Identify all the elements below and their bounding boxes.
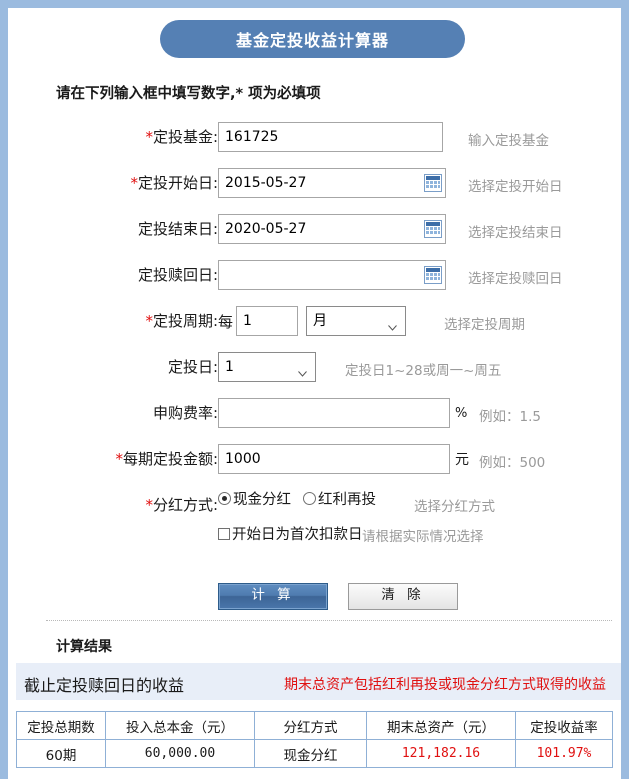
form-row-amount: *每期定投金额: 元 例如：500 [8,440,621,486]
hint-period: 选择定投周期 [444,317,525,333]
fee-rate-input[interactable] [218,398,450,428]
hint-redeem-date: 选择定投赎回日 [468,271,563,287]
calculator-page: 基金定投收益计算器 请在下列输入框中填写数字,* 项为必填项 *定投基金: 输入… [8,8,621,779]
start-date-input[interactable] [218,168,446,198]
label-dividend: *分红方式: [145,496,218,514]
dividend-option-reinvest[interactable]: 红利再投 [303,488,376,509]
hint-fund: 输入定投基金 [468,133,549,149]
label-redeem-date: 定投赎回日: [137,266,218,284]
dividend-radio-group: 现金分红 红利再投 [218,488,388,509]
cell-dividend-method: 现金分红 [254,739,367,768]
calendar-icon[interactable] [424,174,442,192]
required-star: * [145,312,153,330]
form-row-invest-day: 定投日: 1 定投日1~28或周一~周五 [8,348,621,394]
form-row-fund: *定投基金: 输入定投基金 [8,118,621,164]
dividend-option-cash-label: 现金分红 [233,492,291,508]
instruction-text: 请在下列输入框中填写数字,* 项为必填项 [56,86,321,102]
cell-return-rate: 101.97% [515,739,613,768]
result-band-note: 期末总资产包括红利再投或现金分红方式取得的收益 [284,677,606,693]
th-return-rate: 定投收益率 [515,711,613,740]
hint-first-debit: 请根据实际情况选择 [362,529,484,545]
table-row: 60期 60,000.00 现金分红 121,182.16 101.97% [16,739,613,768]
invest-day-select[interactable]: 1 [218,352,316,382]
field-redeem-date [218,260,446,290]
form-row-redeem-date: 定投赎回日: 选择定投赎回日 [8,256,621,302]
hint-amount: 例如：500 [479,455,546,471]
table-header-row: 定投总期数 投入总本金（元） 分红方式 期末总资产（元） 定投收益率 [16,711,613,740]
end-date-input[interactable] [218,214,446,244]
form-row-period: *定投周期: 每 月 选择定投周期 [8,302,621,348]
page-title-bar: 基金定投收益计算器 [160,20,465,58]
calendar-icon[interactable] [424,220,442,238]
dividend-option-reinvest-label: 红利再投 [318,492,376,508]
period-prefix: 每 [218,312,234,331]
required-star: * [115,450,123,468]
section-divider [46,620,612,621]
hint-invest-day: 定投日1~28或周一~周五 [345,363,502,379]
cell-final-assets: 121,182.16 [366,739,516,768]
first-debit-label: 开始日为首次扣款日 [232,527,363,543]
label-start-date: *定投开始日: [130,174,218,192]
label-period: *定投周期: [145,312,218,330]
required-star: * [145,128,153,146]
required-star: * [130,174,138,192]
form-row-fee-rate: 申购费率: % 例如：1.5 [8,394,621,440]
form-row-dividend: *分红方式: 现金分红 红利再投 开始日为首次扣款日 选择分红方式 请根据实际情… [8,486,621,556]
calculator-form: *定投基金: 输入定投基金 *定投开始日: [8,118,621,556]
form-row-end-date: 定投结束日: 2020-05-27 选择定投结束日 [8,210,621,256]
radio-icon[interactable] [218,492,231,505]
radio-icon[interactable] [303,492,316,505]
result-section-title: 计算结果 [56,639,112,655]
th-total-principal: 投入总本金（元） [105,711,255,740]
field-fee-rate: % [218,398,467,428]
redeem-date-input[interactable] [218,260,446,290]
hint-start-date: 选择定投开始日 [468,179,563,195]
hint-end-date: 选择定投结束日 [468,225,563,241]
period-count-input[interactable] [236,306,299,336]
cell-total-periods: 60期 [16,739,106,768]
label-amount: *每期定投金额: [115,450,218,468]
hint-fee-rate: 例如：1.5 [479,409,541,425]
field-period: 每 月 [218,306,407,336]
page-title: 基金定投收益计算器 [235,31,389,50]
label-fee-rate: 申购费率: [152,404,218,422]
fee-rate-unit: % [455,405,468,421]
label-end-date: 定投结束日: [137,220,218,238]
label-invest-day: 定投日: [167,358,218,376]
amount-input[interactable] [218,444,450,474]
calendar-icon[interactable] [424,266,442,284]
calculate-button[interactable]: 计 算 [218,583,328,610]
field-amount: 元 [218,444,469,474]
label-fund: *定投基金: [145,128,218,146]
form-actions: 计 算 清 除 [8,580,621,614]
amount-unit: 元 [455,452,469,468]
hint-dividend: 选择分红方式 [414,499,495,515]
clear-button[interactable]: 清 除 [348,583,458,610]
th-final-assets: 期末总资产（元） [366,711,516,740]
field-fund [218,122,443,152]
dividend-option-cash[interactable]: 现金分红 [218,488,291,509]
cell-total-principal: 60,000.00 [105,739,255,768]
field-invest-day: 1 [218,352,316,382]
th-dividend-method: 分红方式 [254,711,367,740]
th-total-periods: 定投总期数 [16,711,106,740]
form-row-start-date: *定投开始日: 2015-05-27 选择定投开始日 [8,164,621,210]
fund-input[interactable] [218,122,443,152]
field-end-date [218,214,446,244]
result-summary-band: 截止定投赎回日的收益 期末总资产包括红利再投或现金分红方式取得的收益 [16,663,621,700]
field-start-date [218,168,446,198]
result-table: 定投总期数 投入总本金（元） 分红方式 期末总资产（元） 定投收益率 60期 6… [16,711,613,768]
required-star: * [145,496,153,514]
period-unit-select[interactable]: 月 [306,306,407,336]
result-band-left-text: 截止定投赎回日的收益 [24,676,185,695]
checkbox-icon[interactable] [218,527,230,540]
